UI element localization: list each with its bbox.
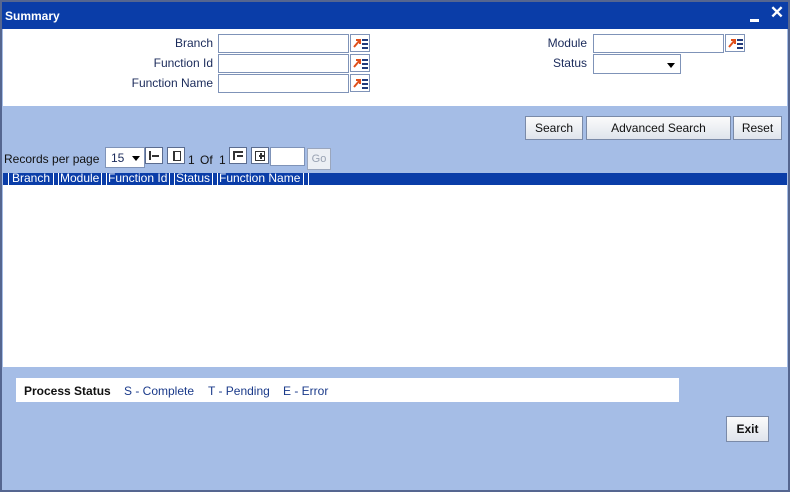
records-per-page-value: 15 bbox=[111, 151, 125, 165]
process-status-legend: Process Status S - Complete T - Pending … bbox=[16, 378, 679, 402]
column-header-branch[interactable]: Branch bbox=[12, 171, 50, 185]
status-error-legend: E - Error bbox=[283, 384, 329, 398]
next-page-button[interactable] bbox=[229, 147, 247, 164]
last-page-button[interactable] bbox=[251, 147, 269, 164]
function-name-input[interactable] bbox=[218, 74, 349, 93]
column-header-module[interactable]: Module bbox=[60, 171, 99, 185]
close-icon[interactable]: ✕ bbox=[769, 4, 785, 22]
chevron-down-icon bbox=[132, 156, 140, 161]
process-status-title: Process Status bbox=[24, 384, 111, 398]
exit-button[interactable]: Exit bbox=[726, 416, 769, 442]
first-page-button[interactable] bbox=[145, 147, 163, 164]
function-name-lov-button[interactable] bbox=[350, 74, 370, 92]
status-pending-legend: T - Pending bbox=[208, 384, 270, 398]
page-number-input[interactable] bbox=[270, 147, 305, 166]
branch-label: Branch bbox=[174, 36, 213, 50]
branch-input[interactable] bbox=[218, 34, 349, 53]
minimize-icon[interactable] bbox=[748, 6, 762, 22]
function-name-label: Function Name bbox=[131, 76, 213, 90]
go-button[interactable]: Go bbox=[307, 148, 331, 170]
lov-arrow-icon bbox=[353, 59, 361, 68]
results-grid-body[interactable] bbox=[3, 185, 787, 367]
records-per-page-label: Records per page bbox=[4, 152, 100, 166]
total-pages-number: 1 bbox=[219, 153, 226, 167]
lov-arrow-icon bbox=[728, 39, 736, 48]
column-header-status[interactable]: Status bbox=[176, 171, 210, 185]
reset-button[interactable]: Reset bbox=[733, 116, 782, 140]
previous-page-button[interactable] bbox=[167, 147, 185, 164]
function-id-lov-button[interactable] bbox=[350, 54, 370, 72]
window-title: Summary bbox=[5, 9, 60, 23]
column-header-function-name[interactable]: Function Name bbox=[219, 171, 300, 185]
column-header-function-id[interactable]: Function Id bbox=[108, 171, 167, 185]
summary-window: Summary ✕ Branch Function Id Function Na… bbox=[0, 0, 790, 492]
branch-lov-button[interactable] bbox=[350, 34, 370, 52]
module-input[interactable] bbox=[593, 34, 724, 53]
chevron-down-icon bbox=[667, 63, 675, 68]
search-button[interactable]: Search bbox=[525, 116, 583, 140]
results-grid-header: Branch Module Function Id Status Functio… bbox=[3, 171, 787, 185]
title-bar: Summary ✕ bbox=[2, 2, 788, 29]
lov-arrow-icon bbox=[353, 39, 361, 48]
function-id-label: Function Id bbox=[153, 56, 213, 70]
function-id-input[interactable] bbox=[218, 54, 349, 73]
module-lov-button[interactable] bbox=[725, 34, 745, 52]
current-page-number: 1 bbox=[188, 153, 195, 167]
lov-arrow-icon bbox=[353, 79, 361, 88]
records-per-page-select[interactable]: 15 bbox=[105, 147, 145, 168]
page-of-label: Of bbox=[200, 153, 213, 167]
module-label: Module bbox=[547, 36, 587, 50]
advanced-search-button[interactable]: Advanced Search bbox=[586, 116, 731, 140]
search-form: Branch Function Id Function Name Module … bbox=[3, 29, 787, 106]
status-label: Status bbox=[552, 56, 587, 70]
status-select[interactable] bbox=[593, 54, 681, 74]
status-complete-legend: S - Complete bbox=[124, 384, 195, 398]
